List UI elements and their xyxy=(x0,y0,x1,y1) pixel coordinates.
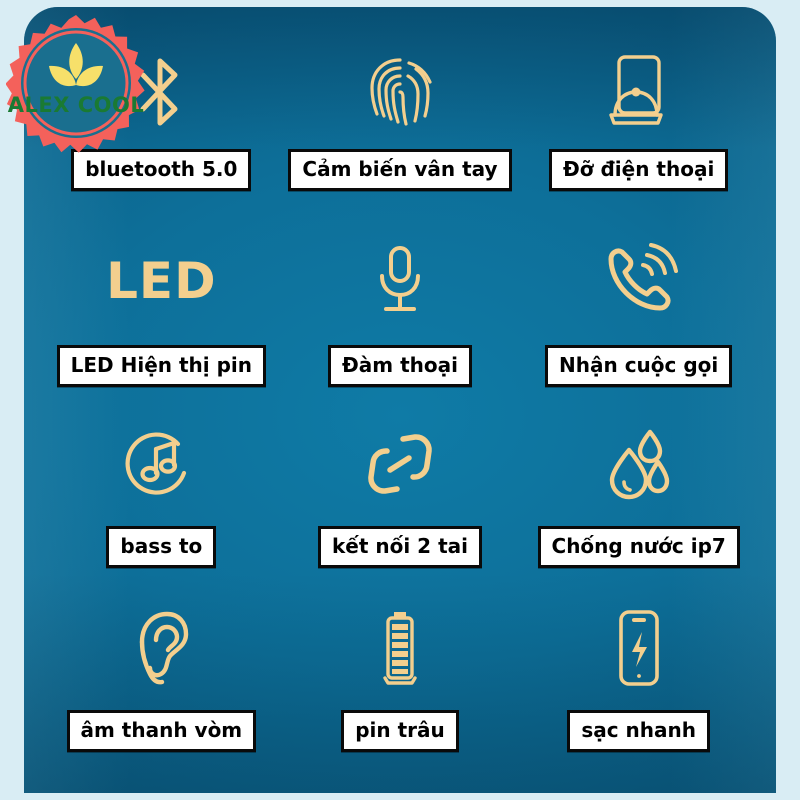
feature-cell-surround-sound: âm thanh vòm xyxy=(42,588,281,772)
feature-cell-fast-charge: sạc nhanh xyxy=(519,588,758,772)
feature-label: Chống nước ip7 xyxy=(537,526,740,568)
feature-label: LED Hiện thị pin xyxy=(56,344,266,387)
ear-icon xyxy=(128,600,194,696)
feature-label: pin trâu xyxy=(341,709,459,752)
incoming-call-icon xyxy=(599,233,679,329)
water-drops-icon xyxy=(602,416,676,512)
battery-icon xyxy=(377,600,423,696)
fast-charge-phone-icon xyxy=(611,600,667,696)
feature-cell-dual-connect: kết nối 2 tai xyxy=(281,404,520,588)
feature-label: Đàm thoại xyxy=(328,344,472,387)
feature-label: Nhận cuộc gọi xyxy=(545,344,733,387)
feature-cell-waterproof: Chống nước ip7 xyxy=(519,404,758,588)
fingerprint-icon xyxy=(363,49,437,135)
feature-cell-battery-life: pin trâu xyxy=(281,588,520,772)
feature-label: bass to xyxy=(106,526,217,568)
music-note-circle-icon xyxy=(122,416,200,512)
feature-cell-led-battery-display: LED LED Hiện thị pin xyxy=(42,221,281,405)
feature-cell-fingerprint: Cảm biến vân tay xyxy=(281,37,520,221)
feature-cell-bass: bass to xyxy=(42,404,281,588)
feature-label: kết nối 2 tai xyxy=(318,526,482,568)
badge-brand-text: ALEX COOL xyxy=(8,93,144,117)
led-text-icon: LED xyxy=(106,233,217,329)
feature-label: bluetooth 5.0 xyxy=(71,149,252,191)
feature-label: sạc nhanh xyxy=(567,709,710,752)
brand-badge: ALEX COOL xyxy=(6,13,146,153)
feature-cell-incoming-call: Nhận cuộc gọi xyxy=(519,221,758,405)
phone-holder-icon xyxy=(603,49,675,135)
product-feature-poster: bluetooth 5.0 Cảm biến vân tay Đỡ điện t… xyxy=(0,0,800,800)
link-chain-icon xyxy=(359,416,441,512)
feature-label: âm thanh vòm xyxy=(66,709,257,752)
microphone-icon xyxy=(372,233,428,329)
feature-cell-microphone: Đàm thoại xyxy=(281,221,520,405)
feature-label: Cảm biến vân tay xyxy=(288,149,512,191)
led-text-glyph: LED xyxy=(106,251,217,310)
feature-cell-phone-holder: Đỡ điện thoại xyxy=(519,37,758,221)
feature-label: Đỡ điện thoại xyxy=(549,149,729,191)
